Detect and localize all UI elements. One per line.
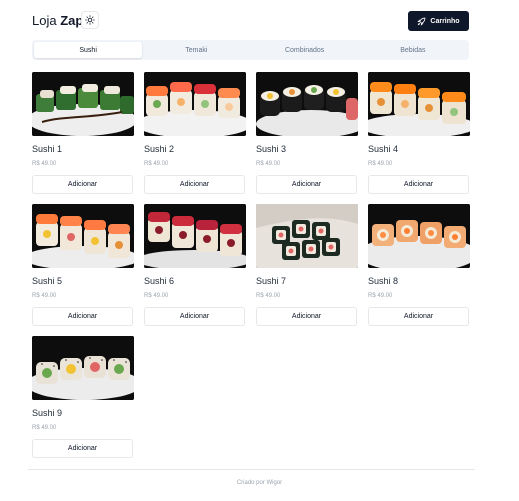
product-card: Sushi 1 R$ 49.00 Adicionar (32, 72, 134, 194)
tab-combinados[interactable]: Combinados (251, 42, 359, 58)
add-button[interactable]: Adicionar (144, 307, 245, 326)
product-card: Sushi 8 R$ 49.00 Adicionar (368, 204, 470, 326)
product-price: R$ 49.00 (32, 425, 57, 431)
product-image (32, 336, 134, 400)
sun-icon (85, 15, 95, 25)
add-button[interactable]: Adicionar (368, 307, 469, 326)
product-price: R$ 49.00 (256, 293, 281, 299)
product-name: Sushi 2 (144, 144, 175, 154)
product-price: R$ 49.00 (144, 293, 169, 299)
add-button[interactable]: Adicionar (368, 175, 469, 194)
footer-credit: Criado por Wigor (236, 480, 283, 486)
product-name: Sushi 5 (32, 276, 63, 286)
add-button[interactable]: Adicionar (32, 439, 133, 458)
add-button[interactable]: Adicionar (256, 175, 357, 194)
add-button[interactable]: Adicionar (32, 175, 133, 194)
add-button[interactable]: Adicionar (256, 307, 357, 326)
product-image (256, 204, 358, 268)
add-button[interactable]: Adicionar (144, 175, 245, 194)
header: Loja Zap Carrinho (32, 11, 469, 31)
tab-sushi[interactable]: Sushi (34, 42, 143, 58)
product-image (368, 204, 470, 268)
product-image (256, 72, 358, 136)
product-name: Sushi 1 (32, 144, 63, 154)
product-card: Sushi 5 R$ 49.00 Adicionar (32, 204, 134, 326)
product-price: R$ 49.00 (144, 161, 169, 167)
add-button[interactable]: Adicionar (32, 307, 133, 326)
product-card: Sushi 9 R$ 49.00 Adicionar (32, 336, 134, 458)
product-name: Sushi 6 (144, 276, 175, 286)
product-price: R$ 49.00 (256, 161, 281, 167)
brand-bold: Zap (60, 13, 84, 28)
brand-prefix: Loja (32, 13, 57, 28)
cart-button[interactable]: Carrinho (408, 11, 469, 31)
product-card: Sushi 4 R$ 49.00 Adicionar (368, 72, 470, 194)
product-name: Sushi 7 (256, 276, 287, 286)
theme-toggle-button[interactable] (81, 11, 99, 29)
product-image (32, 72, 134, 136)
product-name: Sushi 9 (32, 408, 63, 418)
product-price: R$ 49.00 (368, 293, 393, 299)
product-name: Sushi 8 (368, 276, 399, 286)
product-card: Sushi 7 R$ 49.00 Adicionar (256, 204, 358, 326)
store-logo[interactable]: Loja Zap (32, 13, 83, 28)
product-card: Sushi 2 R$ 49.00 Adicionar (144, 72, 246, 194)
product-image (32, 204, 134, 268)
product-price: R$ 49.00 (32, 293, 57, 299)
product-image (144, 204, 246, 268)
product-image (368, 72, 470, 136)
product-image (144, 72, 246, 136)
cart-label: Carrinho (430, 17, 460, 25)
tab-temaki[interactable]: Temaki (142, 42, 250, 58)
product-price: R$ 49.00 (368, 161, 393, 167)
category-tabs: Sushi Temaki Combinados Bebidas (32, 40, 469, 60)
rocket-icon (417, 17, 426, 26)
product-name: Sushi 3 (256, 144, 287, 154)
product-name: Sushi 4 (368, 144, 399, 154)
product-card: Sushi 3 R$ 49.00 Adicionar (256, 72, 358, 194)
footer-divider (28, 469, 475, 470)
tab-bebidas[interactable]: Bebidas (359, 42, 467, 58)
product-price: R$ 49.00 (32, 161, 57, 167)
product-card: Sushi 6 R$ 49.00 Adicionar (144, 204, 246, 326)
